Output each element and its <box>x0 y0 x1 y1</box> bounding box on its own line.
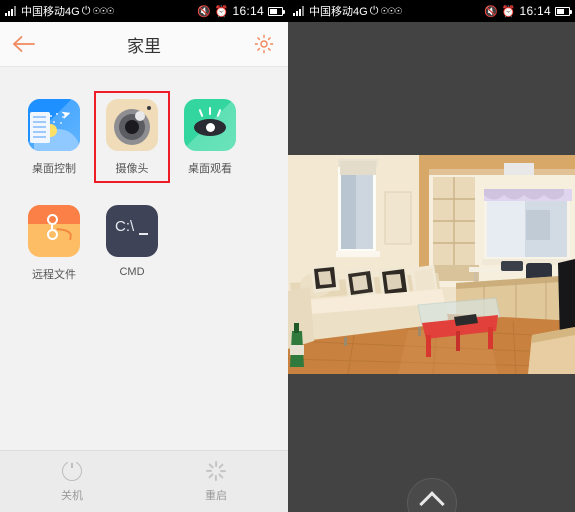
status-bar-left: 中国移动4G ⏻ ☉☉☉ <box>5 3 115 19</box>
shutdown-label: 关机 <box>61 489 83 502</box>
status-time: 16:14 <box>519 4 551 18</box>
app-item-cmd[interactable]: C:\ CMD <box>94 197 170 289</box>
carrier-label: 中国移动4G <box>21 6 80 18</box>
status-time: 16:14 <box>232 4 264 18</box>
app-header: 家里 <box>0 22 288 67</box>
app-label: 远程文件 <box>32 269 76 281</box>
remote-files-icon <box>28 205 80 257</box>
shutdown-button[interactable]: 关机 <box>0 457 144 503</box>
status-bar-left: 中国移动4G ⏻ ☉☉☉ <box>293 3 403 19</box>
app-grid-row: 远程文件 C:\ CMD <box>0 197 288 289</box>
signal-bars-icon <box>293 6 304 16</box>
cmd-prompt-glyph: C:\ <box>115 218 135 235</box>
living-room-camera-feed[interactable] <box>288 155 575 374</box>
eye-view-icon <box>184 99 236 151</box>
app-item-remote-files[interactable]: 远程文件 <box>16 197 92 289</box>
camera-feed-image <box>288 155 575 374</box>
battery-icon <box>268 6 285 16</box>
weibo-eye-icon: ☉☉☉ <box>92 5 114 16</box>
app-label: 桌面观看 <box>188 163 232 175</box>
app-label: 桌面控制 <box>32 163 76 175</box>
restart-label: 重启 <box>205 489 227 502</box>
carrier-label: 中国移动4G <box>309 6 368 18</box>
alarm-clock-icon: ⏰ <box>214 5 229 18</box>
app-item-desktop-control[interactable]: ➤ 桌面控制 <box>16 91 92 183</box>
status-bar-right: 🔇 ⏰ 16:14 <box>484 4 572 18</box>
wifi-icon: ⏻ <box>369 4 379 17</box>
expand-bar <box>288 460 575 512</box>
app-item-camera[interactable]: 摄像头 <box>94 91 170 183</box>
app-item-desktop-view[interactable]: 桌面观看 <box>172 91 248 183</box>
back-button[interactable] <box>0 22 48 67</box>
wifi-icon: ⏻ <box>81 4 91 17</box>
mute-icon: 🔇 <box>484 5 498 18</box>
restart-icon <box>206 460 226 481</box>
app-grid: ➤ 桌面控制 摄像头 桌面观看 远程文件 C:\ CMD <box>0 67 288 450</box>
restart-button[interactable]: 重启 <box>144 460 288 503</box>
app-label: 摄像头 <box>115 163 149 175</box>
power-off-icon <box>62 457 82 481</box>
battery-icon <box>555 6 572 16</box>
signal-bars-icon <box>5 6 16 16</box>
gear-icon <box>254 34 274 54</box>
alarm-clock-icon: ⏰ <box>501 5 516 18</box>
back-arrow-icon <box>13 36 35 52</box>
desktop-control-icon: ➤ <box>28 99 80 151</box>
mute-icon: 🔇 <box>197 5 211 18</box>
status-bar: 中国移动4G ⏻ ☉☉☉ 🔇 ⏰ 16:14 <box>0 0 288 22</box>
bottom-action-bar: 关机 重启 <box>0 450 288 512</box>
camera-icon <box>106 99 158 151</box>
status-bar: 中国移动4G ⏻ ☉☉☉ 🔇 ⏰ 16:14 <box>288 0 575 22</box>
app-label: CMD <box>119 266 145 278</box>
chevron-up-icon <box>418 491 445 512</box>
left-panel-app-list: 中国移动4G ⏻ ☉☉☉ 🔇 ⏰ 16:14 家里 ➤ 桌面控制 摄像头 桌面观… <box>0 0 288 512</box>
expand-panel-button[interactable] <box>406 478 457 512</box>
weibo-eye-icon: ☉☉☉ <box>380 5 402 16</box>
settings-button[interactable] <box>240 22 288 67</box>
status-bar-right: 🔇 ⏰ 16:14 <box>197 4 285 18</box>
cmd-terminal-icon: C:\ <box>106 205 158 257</box>
app-grid-row: ➤ 桌面控制 摄像头 桌面观看 <box>0 91 288 183</box>
right-panel-camera-view: 中国移动4G ⏻ ☉☉☉ 🔇 ⏰ 16:14 <box>288 0 575 512</box>
dual-screenshot-container: 中国移动4G ⏻ ☉☉☉ 🔇 ⏰ 16:14 家里 ➤ 桌面控制 摄像头 桌面观… <box>0 0 575 512</box>
